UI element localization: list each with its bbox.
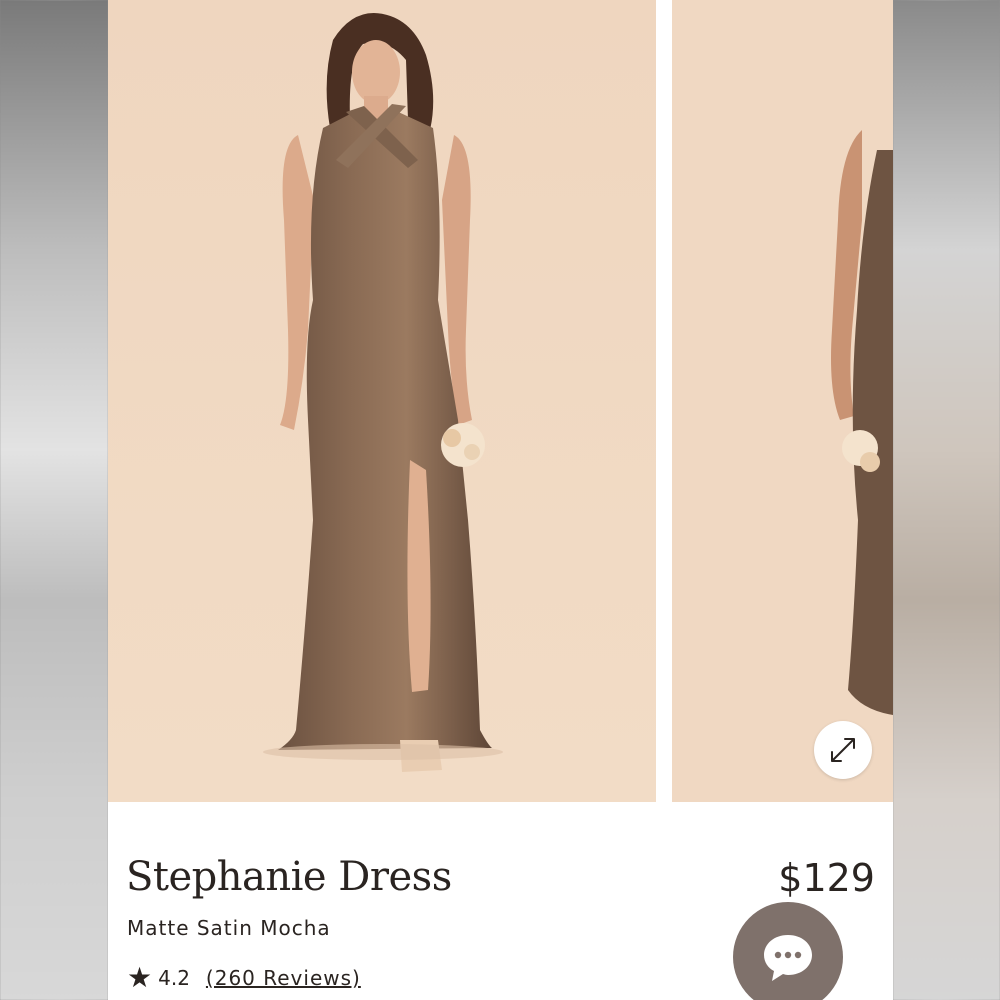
screenshot-frame: Stephanie Dress $129 Matte Satin Mocha ★… — [0, 0, 1000, 1000]
product-info: Stephanie Dress $129 Matte Satin Mocha ★… — [108, 802, 893, 1000]
reviews-link[interactable]: (260 Reviews) — [206, 966, 361, 990]
product-photo-main[interactable] — [108, 0, 656, 802]
right-blurred-edge — [893, 0, 1000, 1000]
rating-value: 4.2 — [158, 966, 190, 990]
chat-button[interactable] — [733, 902, 843, 1000]
product-title: Stephanie Dress — [126, 854, 452, 900]
model-side-image — [672, 0, 893, 802]
rating-row: ★ 4.2 (260 Reviews) — [127, 962, 361, 994]
model-in-dress-image — [108, 0, 656, 802]
product-panel: Stephanie Dress $129 Matte Satin Mocha ★… — [108, 0, 893, 1000]
left-blurred-edge — [0, 0, 108, 1000]
product-color-label: Matte Satin Mocha — [127, 916, 331, 940]
expand-image-button[interactable] — [814, 721, 872, 779]
product-gallery[interactable] — [108, 0, 893, 802]
chat-bubble-icon — [764, 935, 812, 981]
product-price: $129 — [778, 856, 875, 900]
expand-arrows-icon — [831, 738, 855, 762]
star-icon: ★ — [127, 961, 153, 994]
product-photo-secondary[interactable] — [672, 0, 893, 802]
